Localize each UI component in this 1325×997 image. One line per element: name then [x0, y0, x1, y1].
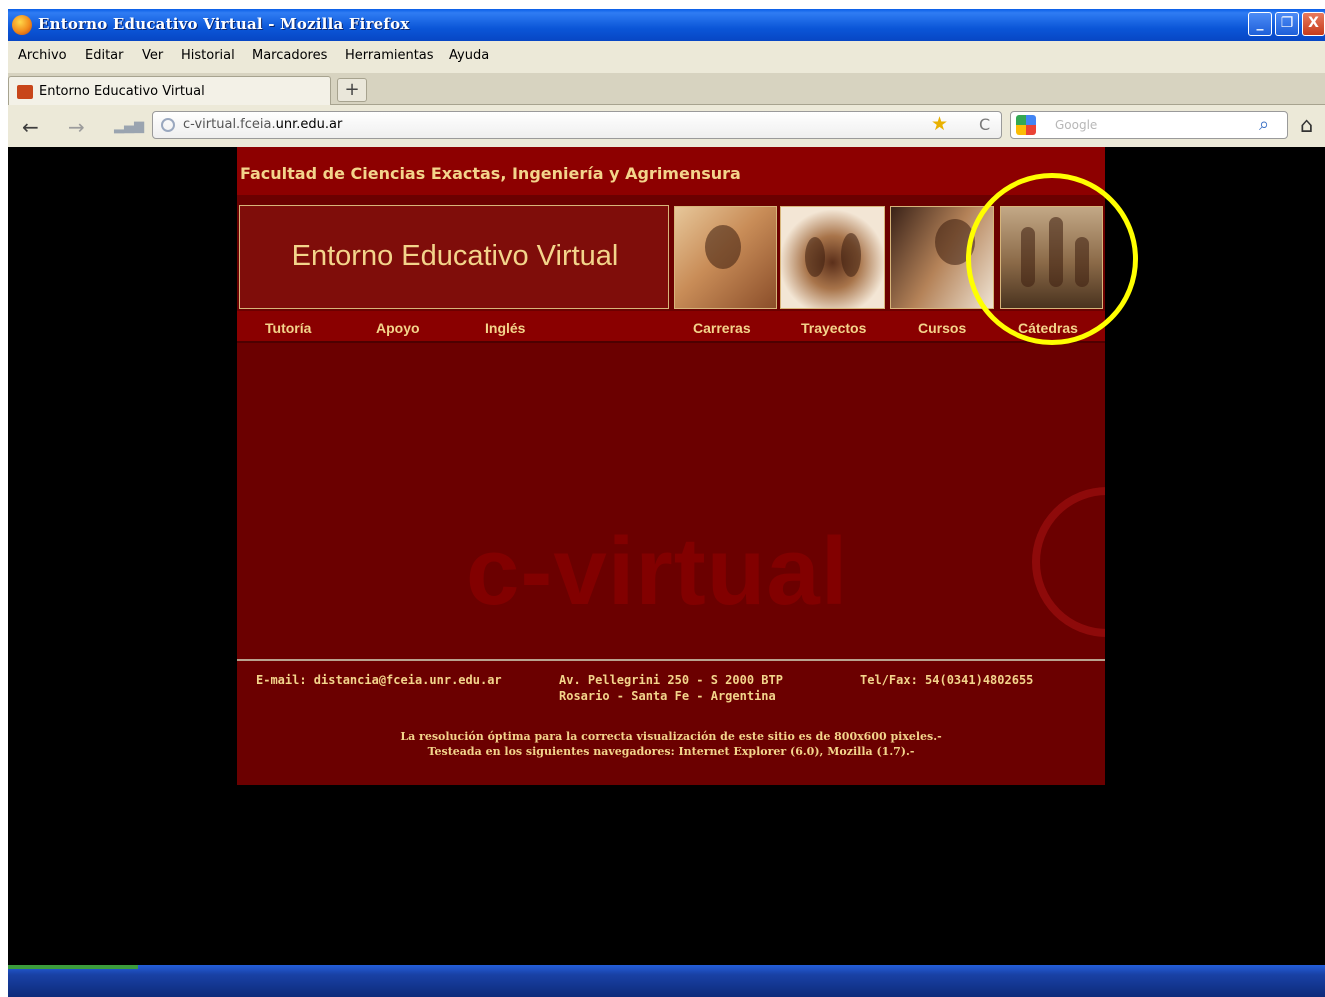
page-viewport: Facultad de Ciencias Exactas, Ingeniería…: [8, 147, 1325, 965]
banner-photo-meeting: [780, 206, 885, 309]
photo-figure: [841, 233, 861, 277]
footer-address-line2: Rosario - Santa Fe - Argentina: [559, 689, 776, 703]
bookmark-star-icon[interactable]: ★: [931, 113, 948, 135]
footer-note-line1: La resolución óptima para la correcta vi…: [400, 730, 942, 743]
url-domain: unr.edu.ar: [275, 117, 343, 132]
catedras-highlight-circle: [966, 173, 1138, 345]
reload-icon[interactable]: C: [979, 115, 990, 134]
forward-arrow-icon[interactable]: →: [68, 115, 85, 139]
footer-address-line1: Av. Pellegrini 250 - S 2000 BTP: [559, 673, 783, 687]
maximize-button[interactable]: ❐: [1275, 12, 1299, 36]
nav-trayectos[interactable]: Trayectos: [801, 320, 866, 336]
signal-bars-icon: ▂▄▆: [114, 119, 144, 134]
tab-bar: Entorno Educativo Virtual +: [8, 73, 1325, 106]
title-bar: Entorno Educativo Virtual - Mozilla Fire…: [8, 9, 1325, 41]
menu-ver[interactable]: Ver: [142, 48, 163, 63]
close-button[interactable]: X: [1302, 12, 1325, 36]
globe-icon: [161, 118, 175, 132]
photo-figure: [805, 237, 825, 277]
site-nav: Tutoría Apoyo Inglés Carreras Trayectos …: [237, 311, 1105, 343]
menu-archivo[interactable]: Archivo: [18, 48, 67, 63]
tab-entorno-educativo[interactable]: Entorno Educativo Virtual: [8, 76, 331, 106]
menu-ayuda[interactable]: Ayuda: [449, 48, 489, 63]
back-arrow-icon[interactable]: ←: [22, 115, 39, 139]
nav-apoyo[interactable]: Apoyo: [376, 320, 420, 336]
menu-historial[interactable]: Historial: [181, 48, 235, 63]
google-engine-icon[interactable]: [1016, 115, 1036, 135]
seal-crop-mask: [1105, 447, 1185, 667]
start-button-edge[interactable]: [8, 965, 138, 969]
window-title: Entorno Educativo Virtual - Mozilla Fire…: [38, 15, 410, 33]
firefox-icon: [12, 15, 32, 35]
site-favicon-icon: [17, 85, 33, 99]
tab-label: Entorno Educativo Virtual: [39, 84, 205, 99]
footer-divider: [237, 659, 1105, 661]
site-header: Facultad de Ciencias Exactas, Ingeniería…: [237, 147, 1105, 195]
banner-title: Entorno Educativo Virtual: [291, 240, 619, 272]
search-placeholder: Google: [1055, 118, 1098, 132]
c-virtual-watermark: c-virtual: [466, 518, 849, 625]
nav-tutoria[interactable]: Tutoría: [265, 320, 311, 336]
browser-window: Entorno Educativo Virtual - Mozilla Fire…: [8, 9, 1325, 997]
new-tab-button[interactable]: +: [337, 78, 367, 102]
menu-bar: Archivo Editar Ver Historial Marcadores …: [8, 41, 1325, 73]
url-text: c-virtual.fceia.unr.edu.ar: [183, 117, 342, 132]
home-icon[interactable]: ⌂: [1300, 113, 1313, 137]
navigation-toolbar: ← → ▂▄▆ c-virtual.fceia.unr.edu.ar ★ C G…: [8, 105, 1325, 147]
faculty-name: Facultad de Ciencias Exactas, Ingeniería…: [240, 164, 741, 183]
nav-cursos[interactable]: Cursos: [918, 320, 966, 336]
banner-photo-student: [674, 206, 777, 309]
menu-marcadores[interactable]: Marcadores: [252, 48, 327, 63]
address-bar[interactable]: c-virtual.fceia.unr.edu.ar ★ C: [152, 111, 1002, 139]
nav-carreras[interactable]: Carreras: [693, 320, 751, 336]
search-icon[interactable]: ⌕: [1259, 114, 1269, 135]
minimize-button[interactable]: _: [1248, 12, 1272, 36]
footer-email: E-mail: distancia@fceia.unr.edu.ar: [256, 673, 502, 687]
menu-editar[interactable]: Editar: [85, 48, 124, 63]
photo-figure: [705, 225, 741, 269]
footer-note-line2: Testeada en los siguientes navegadores: …: [427, 745, 915, 758]
footer-phone: Tel/Fax: 54(0341)4802655: [860, 673, 1034, 687]
nav-ingles[interactable]: Inglés: [485, 320, 525, 336]
url-prefix: c-virtual.fceia.: [183, 117, 276, 132]
site-banner: Entorno Educativo Virtual: [239, 205, 669, 309]
windows-taskbar: [8, 965, 1325, 997]
menu-herramientas[interactable]: Herramientas: [345, 48, 434, 63]
search-box[interactable]: Google ⌕: [1010, 111, 1288, 139]
